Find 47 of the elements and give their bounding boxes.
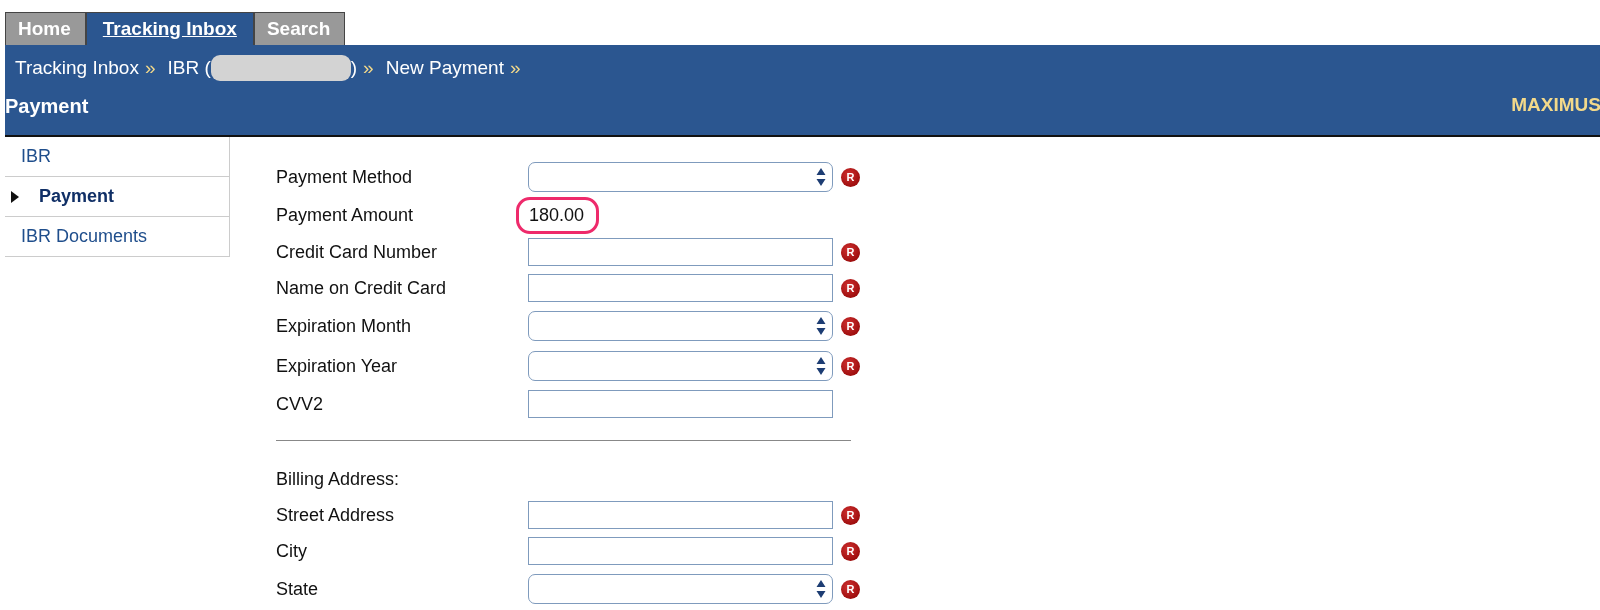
amount-value: 180.00 (516, 197, 600, 234)
section-heading: Billing Address: (276, 467, 401, 491)
required-icon: R (841, 579, 860, 599)
input-field[interactable] (528, 501, 833, 529)
required-icon: R (841, 167, 860, 187)
field-label: Payment Method (276, 165, 414, 189)
field-label: State (276, 577, 320, 601)
input-field[interactable] (528, 238, 833, 266)
nav-tab[interactable]: Tracking Inbox (85, 12, 254, 45)
field-label: Credit Card Number (276, 240, 439, 264)
field-label: City (276, 539, 308, 563)
required-icon: R (841, 541, 860, 561)
sidebar-item[interactable]: Payment (5, 177, 229, 217)
sidebar-item[interactable]: IBR Documents (5, 217, 229, 257)
input-field[interactable] (528, 390, 833, 418)
required-icon: R (841, 505, 860, 525)
spinner-icon (816, 579, 826, 599)
field-label: Payment Amount (276, 204, 415, 227)
input-field[interactable] (528, 274, 833, 302)
breadcrumb-separator: » (509, 56, 521, 80)
select-field[interactable] (528, 162, 833, 192)
field-label: Name on Credit Card (276, 276, 448, 300)
field-label: Expiration Year (276, 354, 399, 378)
required-icon: R (841, 356, 860, 376)
breadcrumb-link[interactable]: New Payment (385, 54, 504, 83)
field-label: CVV2 (276, 392, 325, 416)
required-icon: R (841, 278, 860, 298)
breadcrumb-text: ) (350, 56, 358, 80)
required-icon: R (841, 316, 860, 336)
select-field[interactable] (528, 311, 833, 341)
page-title: Payment (5, 93, 89, 119)
spinner-icon (816, 356, 826, 376)
sidebar-item[interactable]: IBR (5, 137, 229, 177)
select-field[interactable] (528, 574, 833, 604)
breadcrumb-link[interactable]: IBR ( (167, 54, 211, 83)
field-label: Expiration Month (276, 314, 413, 338)
spinner-icon (816, 167, 826, 187)
breadcrumb-link[interactable]: Tracking Inbox (15, 54, 139, 83)
brand-name: MAXIMUS (1511, 93, 1600, 118)
breadcrumb-separator: » (363, 56, 374, 80)
required-icon: R (841, 242, 860, 262)
breadcrumb-separator: » (144, 56, 156, 80)
select-field[interactable] (528, 351, 833, 381)
triangle-icon (11, 190, 19, 203)
spinner-icon (816, 316, 826, 336)
field-label: Street Address (276, 503, 396, 527)
input-field[interactable] (528, 537, 833, 565)
